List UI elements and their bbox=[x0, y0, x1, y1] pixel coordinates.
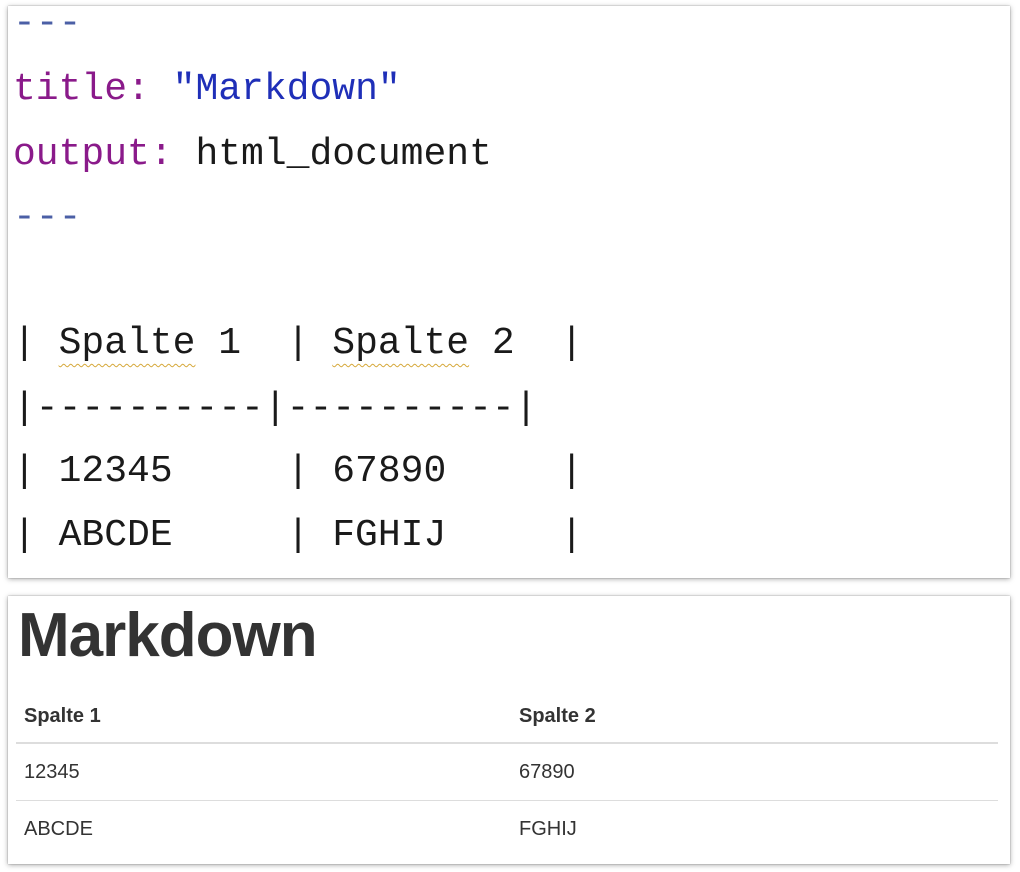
md-table-row-2: | ABCDE | FGHIJ | bbox=[13, 514, 584, 557]
page-title: Markdown bbox=[18, 601, 318, 670]
data-table: Spalte 1 Spalte 2 12345 67890 ABCDE FGHI… bbox=[16, 690, 998, 857]
table-cell: 12345 bbox=[24, 760, 80, 783]
yaml-title-value: "Markdown" bbox=[172, 68, 401, 111]
yaml-output-key: output: bbox=[13, 133, 173, 176]
table-header-row: Spalte 1 Spalte 2 bbox=[16, 690, 998, 744]
table-row: ABCDE FGHIJ bbox=[16, 800, 998, 857]
spellcheck-word-2: Spalte bbox=[332, 322, 470, 365]
md-pipe: | bbox=[13, 322, 59, 365]
yaml-title-key: title: bbox=[13, 68, 150, 111]
yaml-output-line: output: html_document bbox=[13, 123, 492, 187]
spellcheck-word-1: Spalte bbox=[58, 322, 196, 365]
yaml-title-line: title: "Markdown" bbox=[13, 58, 401, 122]
md-table-row-1: | 12345 | 67890 | bbox=[13, 450, 584, 493]
table-cell: FGHIJ bbox=[511, 800, 998, 857]
table-row: 12345 67890 bbox=[16, 743, 998, 801]
md-table-separator-line: |----------|----------| bbox=[13, 387, 538, 430]
md-header-text: 2 | bbox=[469, 322, 584, 365]
column-header: Spalte 2 bbox=[511, 690, 998, 744]
table-cell: ABCDE bbox=[16, 800, 511, 857]
table-cell: 67890 bbox=[519, 760, 575, 783]
rendered-preview: Markdown Spalte 1 Spalte 2 12345 67890 A… bbox=[8, 596, 1010, 864]
yaml-fence-open: --- bbox=[13, 6, 82, 45]
source-editor[interactable]: --- title: "Markdown" output: html_docum… bbox=[8, 6, 1010, 578]
md-table-header-line: | Spalte 1 | Spalte 2 | bbox=[13, 312, 583, 376]
column-header: Spalte 1 bbox=[16, 690, 511, 744]
md-header-text: 1 | bbox=[195, 322, 333, 365]
code-area[interactable]: --- title: "Markdown" output: html_docum… bbox=[13, 6, 583, 578]
yaml-fence-close: --- bbox=[13, 196, 82, 239]
yaml-output-value: html_document bbox=[195, 133, 492, 176]
